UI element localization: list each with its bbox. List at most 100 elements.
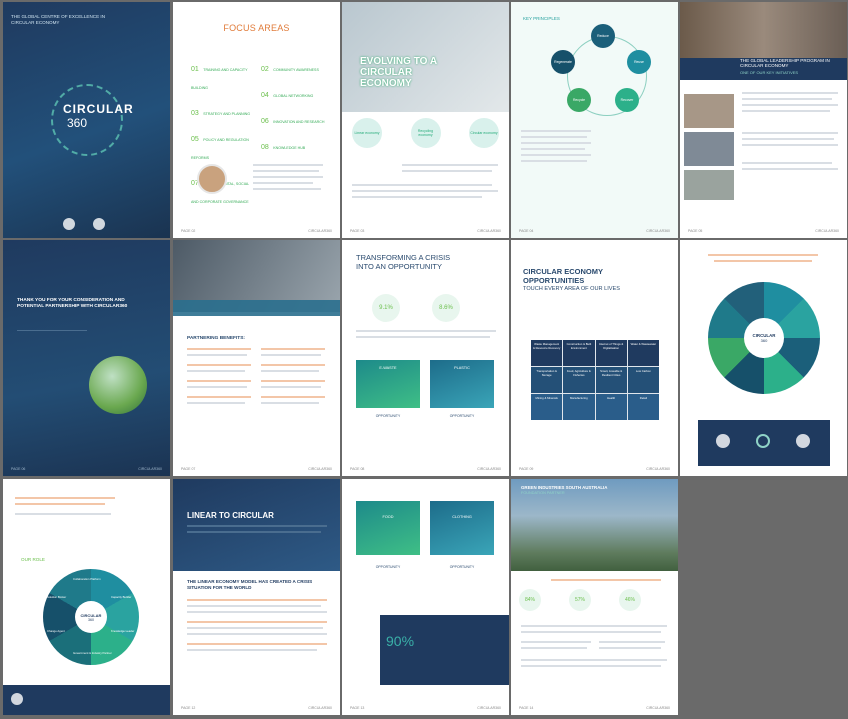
sa-stat: 46%	[619, 589, 641, 611]
opportunity-grid: Waste Management & Resource Recovery Con…	[531, 340, 659, 420]
node-recover: Recover	[615, 88, 639, 112]
principles-quote	[599, 130, 665, 180]
focus-item: POLICY AND REGULATION REFORMS	[191, 138, 249, 160]
node-reduce: Reduce	[591, 24, 615, 48]
role-center: CIRCULAR 360	[75, 601, 107, 633]
step-linear: Linear economy	[352, 118, 382, 148]
card-food: FOOD	[356, 501, 420, 555]
segment-label: Government & Industry Partner	[73, 651, 112, 655]
page-footer: PAGE 08 CIRCULAR360	[350, 467, 501, 471]
page-grid: THE GLOBAL CENTRE OF EXCELLENCE IN CIRCU…	[0, 0, 848, 719]
sa-sub: FOUNDATION PARTNER	[521, 491, 565, 495]
food-opp-2: OPPORTUNITY	[449, 565, 475, 569]
opp-cell: Health	[595, 394, 627, 420]
focus-item: GLOBAL NETWORKING	[273, 94, 314, 98]
opp-cell: Smart, Liveable & Resilient Cities	[595, 367, 627, 393]
focus-item: KNOWLEDGE HUB	[273, 146, 306, 150]
partnering-title: PARTNERING BENEFITS:	[187, 336, 246, 341]
role-page[interactable]: OUR ROLE CIRCULAR 360 Collaboration Plat…	[3, 479, 170, 715]
page-footer: PAGE 03 CIRCULAR360	[350, 229, 501, 233]
south-australia-page[interactable]: GREEN INDUSTRIES SOUTH AUSTRALIA FOUNDAT…	[511, 479, 678, 715]
step-circular: Circular economy	[469, 118, 499, 148]
unesco-footer	[3, 685, 170, 715]
opp-cell: Water & Wastewater	[627, 340, 659, 366]
focus-num: 03	[191, 110, 199, 117]
landscape-circle	[89, 356, 147, 414]
linear-page[interactable]: LINEAR TO CIRCULAR THE LINEAR ECONOMY MO…	[173, 479, 340, 715]
opportunities-title: CIRCULAR ECONOMY OPPORTUNITIES	[523, 267, 603, 285]
card-ewaste: E-WASTE	[356, 360, 420, 408]
page-footer: PAGE 02 CIRCULAR360	[181, 229, 332, 233]
cover-header: THE GLOBAL CENTRE OF EXCELLENCE IN CIRCU…	[11, 14, 106, 25]
focus-num: 06	[261, 118, 269, 125]
opportunities-page[interactable]: CIRCULAR ECONOMY OPPORTUNITIES TOUCH EVE…	[511, 240, 678, 476]
page-footer: PAGE 13 CIRCULAR360	[350, 706, 501, 710]
focus-item: COMMUNITY AWARENESS	[273, 68, 319, 72]
evolving-page[interactable]: EVOLVING TO A CIRCULAR ECONOMY Linear ec…	[342, 2, 509, 238]
page-footer: PAGE 09 CIRCULAR360	[519, 467, 670, 471]
food-page[interactable]: FOOD CLOTHING OPPORTUNITY OPPORTUNITY 90…	[342, 479, 509, 715]
segment-label: Knowledge Leader	[111, 629, 135, 633]
opp-label-1: OPPORTUNITY	[375, 414, 401, 418]
step-recycling: Recycling economy	[410, 118, 441, 148]
node-recycle: Recycle	[567, 88, 591, 112]
partner-logo	[93, 218, 105, 230]
evolving-title: EVOLVING TO A CIRCULAR ECONOMY	[360, 56, 437, 89]
focus-areas-page[interactable]: FOCUS AREAS 01 TRAINING AND CAPACITY BUI…	[173, 2, 340, 238]
focus-num: 01	[191, 66, 199, 73]
page-footer: PAGE 04 CIRCULAR360	[519, 229, 670, 233]
wheel-page[interactable]: CIRCULAR 360	[680, 240, 847, 476]
page-footer: PAGE 05 CIRCULAR360	[688, 229, 839, 233]
leadership-title: THE GLOBAL LEADERSHIP PROGRAM IN CIRCULA…	[740, 58, 830, 69]
evolving-steps: Linear economy Recycling economy Circula…	[352, 118, 499, 148]
page-footer: PAGE 07 CIRCULAR360	[181, 467, 332, 471]
portrait-photo	[197, 164, 227, 194]
leadership-page[interactable]: THE GLOBAL LEADERSHIP PROGRAM IN CIRCULA…	[680, 2, 847, 238]
photo-event	[684, 94, 734, 128]
opp-cell: Internet of Things & Digitalisation	[595, 340, 627, 366]
logo-panel	[698, 420, 830, 466]
crisis-title: TRANSFORMING A CRISIS INTO AN OPPORTUNIT…	[356, 253, 451, 271]
focus-num: 05	[191, 136, 199, 143]
sa-stat: 84%	[519, 589, 541, 611]
page-footer: PAGE 06 CIRCULAR360	[11, 467, 162, 471]
principles-title: KEY PRINCIPLES	[523, 16, 560, 21]
linear-sub: THE LINEAR ECONOMY MODEL HAS CREATED A C…	[187, 579, 313, 590]
opp-cell: Waste Management & Resource Recovery	[531, 340, 563, 366]
linear-title: LINEAR TO CIRCULAR	[187, 511, 274, 520]
cover-page[interactable]: THE GLOBAL CENTRE OF EXCELLENCE IN CIRCU…	[3, 2, 170, 238]
role-title: OUR ROLE	[21, 557, 45, 562]
group-photo	[680, 2, 847, 58]
opp-cell: Construction & Built Environment	[563, 340, 595, 366]
crisis-page[interactable]: TRANSFORMING A CRISIS INTO AN OPPORTUNIT…	[342, 240, 509, 476]
thankyou-title: THANK YOU FOR YOUR CONSIDERATION AND POT…	[17, 298, 128, 309]
segment-label: Capacity Builder	[111, 595, 132, 599]
page-footer: PAGE 14 CIRCULAR360	[519, 706, 670, 710]
segment-label: Collaboration Platform	[73, 577, 101, 581]
photo-stage	[684, 170, 734, 200]
wheel-center: CIRCULAR 360	[744, 318, 784, 358]
focus-title: FOCUS AREAS	[223, 23, 290, 33]
card-clothing: CLOTHING	[430, 501, 494, 555]
sa-stat: 57%	[569, 589, 591, 611]
thankyou-body	[17, 330, 87, 358]
focus-num: 04	[261, 92, 269, 99]
opp-cell: Food, Agriculture & Fisheries	[563, 367, 595, 393]
page-footer: PAGE 12 CIRCULAR360	[181, 706, 332, 710]
partnering-page[interactable]: PARTNERING BENEFITS: PAGE 07 CIRCULAR360	[173, 240, 340, 476]
cover-subtitle: 360	[67, 116, 88, 130]
photo-speaker	[684, 132, 734, 166]
principles-page[interactable]: KEY PRINCIPLES Reduce Reuse Recover Recy…	[511, 2, 678, 238]
focus-num: 02	[261, 66, 269, 73]
focus-num: 08	[261, 144, 269, 151]
card-plastic: PLASTIC	[430, 360, 494, 408]
cover-title: CIRCULAR	[63, 102, 134, 116]
unesco-logo	[63, 218, 75, 230]
thankyou-page[interactable]: THANK YOU FOR YOUR CONSIDERATION AND POT…	[3, 240, 170, 476]
stat-90: 90%	[386, 633, 415, 649]
focus-item: TRAINING AND CAPACITY BUILDING	[191, 68, 248, 90]
segment-label: Change Agent	[47, 629, 65, 633]
focus-item: STRATEGY AND PLANNING	[203, 112, 251, 116]
focus-list-right: 02 COMMUNITY AWARENESS 04 GLOBAL NETWORK…	[261, 58, 327, 154]
stat-circle-1: 9.1%	[372, 294, 400, 322]
